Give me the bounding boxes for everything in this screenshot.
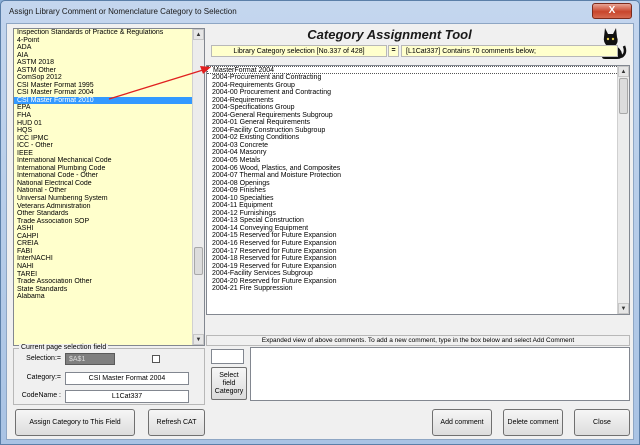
comment-list-item[interactable]: 2004-09 Finishes: [207, 187, 629, 195]
category-list-item[interactable]: NAHI: [14, 263, 192, 271]
category-list-item[interactable]: ICC - Other: [14, 142, 192, 150]
category-list-item[interactable]: InterNACHI: [14, 255, 192, 263]
comment-list-item[interactable]: 2004-16 Reserved for Future Expansion: [207, 240, 629, 248]
selection-value: $A$1: [65, 353, 115, 365]
comment-list-item[interactable]: 2004-Requirements: [207, 97, 629, 105]
comment-list-item[interactable]: 2004-11 Equipment: [207, 202, 629, 210]
category-list-item[interactable]: National Electrical Code: [14, 180, 192, 188]
scroll-thumb[interactable]: [619, 78, 628, 114]
scroll-down-icon[interactable]: ▼: [193, 334, 204, 345]
dialog-window: Assign Library Comment or Nomenclature C…: [0, 0, 640, 445]
comment-list-item[interactable]: 2004-06 Wood, Plastics, and Composites: [207, 165, 629, 173]
comment-list-item[interactable]: 2004-07 Thermal and Moisture Protection: [207, 172, 629, 180]
scroll-up-icon[interactable]: ▲: [193, 29, 204, 40]
comment-list-item[interactable]: 2004-Facility Construction Subgroup: [207, 127, 629, 135]
category-list-item[interactable]: Trade Association Other: [14, 278, 192, 286]
category-list-item[interactable]: ADA: [14, 44, 192, 52]
comment-list-item[interactable]: 2004-Facility Services Subgroup: [207, 270, 629, 278]
comment-list-item[interactable]: 2004-21 Fire Suppression: [207, 285, 629, 293]
expanded-view-label: Expanded view of above comments. To add …: [206, 335, 630, 346]
category-list-item[interactable]: Inspection Standards of Practice & Regul…: [14, 29, 192, 37]
library-category-selection: Library Category selection [No.337 of 42…: [211, 45, 387, 57]
scroll-thumb[interactable]: [194, 247, 203, 275]
codename-value-field[interactable]: L1Cat337: [65, 390, 189, 403]
select-field-category-button[interactable]: Select field Category: [211, 367, 247, 400]
category-list-item[interactable]: EPA: [14, 104, 192, 112]
window-title: Assign Library Comment or Nomenclature C…: [9, 7, 237, 16]
comment-list-item[interactable]: 2004-12 Furnishings: [207, 210, 629, 218]
category-list-item[interactable]: International Plumbing Code: [14, 165, 192, 173]
comment-list-item[interactable]: 2004-01 General Requirements: [207, 119, 629, 127]
comment-items: MasterFormat 2004 2004-Procurement and Co…: [207, 66, 629, 293]
comment-list-item[interactable]: 2004-18 Reserved for Future Expansion: [207, 255, 629, 263]
selection-arrow-icon: [108, 66, 211, 100]
group-title: Current page selection field: [19, 344, 109, 351]
assign-category-button[interactable]: Assign Category to This Field: [15, 409, 135, 436]
comment-list-item[interactable]: 2004-14 Conveying Equipment: [207, 225, 629, 233]
close-button[interactable]: Close: [574, 409, 630, 436]
category-list-item[interactable]: International Mechanical Code: [14, 157, 192, 165]
category-list-item[interactable]: AIA: [14, 52, 192, 60]
category-label: Category:=: [26, 374, 61, 381]
category-list-item[interactable]: CAHPI: [14, 233, 192, 241]
category-list-item[interactable]: Universal Numbering System: [14, 195, 192, 203]
codename-label: CodeName :: [21, 392, 61, 399]
title-bar[interactable]: Assign Library Comment or Nomenclature C…: [1, 1, 639, 23]
category-list-item[interactable]: CREIA: [14, 240, 192, 248]
comment-list-item[interactable]: MasterFormat 2004: [207, 66, 629, 74]
comment-list-item[interactable]: 2004-20 Reserved for Future Expansion: [207, 278, 629, 286]
comment-list-item[interactable]: 2004-15 Reserved for Future Expansion: [207, 232, 629, 240]
comment-list-item[interactable]: 2004-General Requirements Subgroup: [207, 112, 629, 120]
comment-count-info: [L1Cat337] Contains 70 comments below;: [401, 45, 618, 57]
category-list-item[interactable]: Other Standards: [14, 210, 192, 218]
category-list-item[interactable]: ASHI: [14, 225, 192, 233]
category-list-item[interactable]: FABI: [14, 248, 192, 256]
comment-list-item[interactable]: 2004-17 Reserved for Future Expansion: [207, 248, 629, 256]
comment-list-item[interactable]: 2004-Specifications Group: [207, 104, 629, 112]
category-list-item[interactable]: HUD 01: [14, 120, 192, 128]
scroll-up-icon[interactable]: ▲: [618, 66, 629, 77]
category-list-item[interactable]: Alabama: [14, 293, 192, 301]
category-list-item[interactable]: International Code - Other: [14, 172, 192, 180]
comment-list-item[interactable]: 2004-02 Existing Conditions: [207, 134, 629, 142]
selection-checkbox[interactable]: [152, 355, 160, 363]
comment-list-item[interactable]: 2004-13 Special Construction: [207, 217, 629, 225]
equals-indicator: =: [388, 45, 399, 57]
category-list-item[interactable]: State Standards: [14, 286, 192, 294]
category-list-item[interactable]: HQS: [14, 127, 192, 135]
comment-list-item[interactable]: 2004-08 Openings: [207, 180, 629, 188]
comment-list[interactable]: MasterFormat 2004 2004-Procurement and Co…: [206, 65, 630, 315]
delete-comment-button[interactable]: Delete comment: [503, 409, 563, 436]
comment-list-item[interactable]: 2004-04 Masonry: [207, 149, 629, 157]
category-list-item[interactable]: FHA: [14, 112, 192, 120]
selection-label: Selection:=: [26, 355, 61, 362]
comment-list-item[interactable]: 2004-Procurement and Contracting: [207, 74, 629, 82]
comment-list-item[interactable]: 2004-Requirements Group: [207, 82, 629, 90]
category-list-item[interactable]: Veterans Administration: [14, 203, 192, 211]
category-list-item[interactable]: National - Other: [14, 187, 192, 195]
window-close-button[interactable]: X: [592, 3, 632, 19]
category-list-item[interactable]: Trade Association SOP: [14, 218, 192, 226]
category-list-item[interactable]: 4-Point: [14, 37, 192, 45]
tool-title: Category Assignment Tool: [307, 27, 472, 42]
comment-list-item[interactable]: 2004-10 Specialties: [207, 195, 629, 203]
new-comment-code-input[interactable]: [211, 349, 244, 364]
category-list-item[interactable]: IEEE: [14, 150, 192, 158]
comment-list-item[interactable]: 2004-00 Procurement and Contracting: [207, 89, 629, 97]
category-list-item[interactable]: TAREI: [14, 271, 192, 279]
comment-list-item[interactable]: 2004-19 Reserved for Future Expansion: [207, 263, 629, 271]
category-list-item[interactable]: ICC IPMC: [14, 135, 192, 143]
add-comment-button[interactable]: Add comment: [432, 409, 492, 436]
comment-list-item[interactable]: 2004-03 Concrete: [207, 142, 629, 150]
comment-list-item[interactable]: 2004-05 Metals: [207, 157, 629, 165]
dialog-body: Inspection Standards of Practice & Regul…: [6, 23, 634, 440]
comment-list-scrollbar[interactable]: ▲ ▼: [617, 66, 629, 314]
category-value-field[interactable]: CSI Master Format 2004: [65, 372, 189, 385]
expanded-comment-textarea[interactable]: [250, 347, 630, 401]
refresh-cat-button[interactable]: Refresh CAT: [148, 409, 205, 436]
scroll-down-icon[interactable]: ▼: [618, 303, 629, 314]
